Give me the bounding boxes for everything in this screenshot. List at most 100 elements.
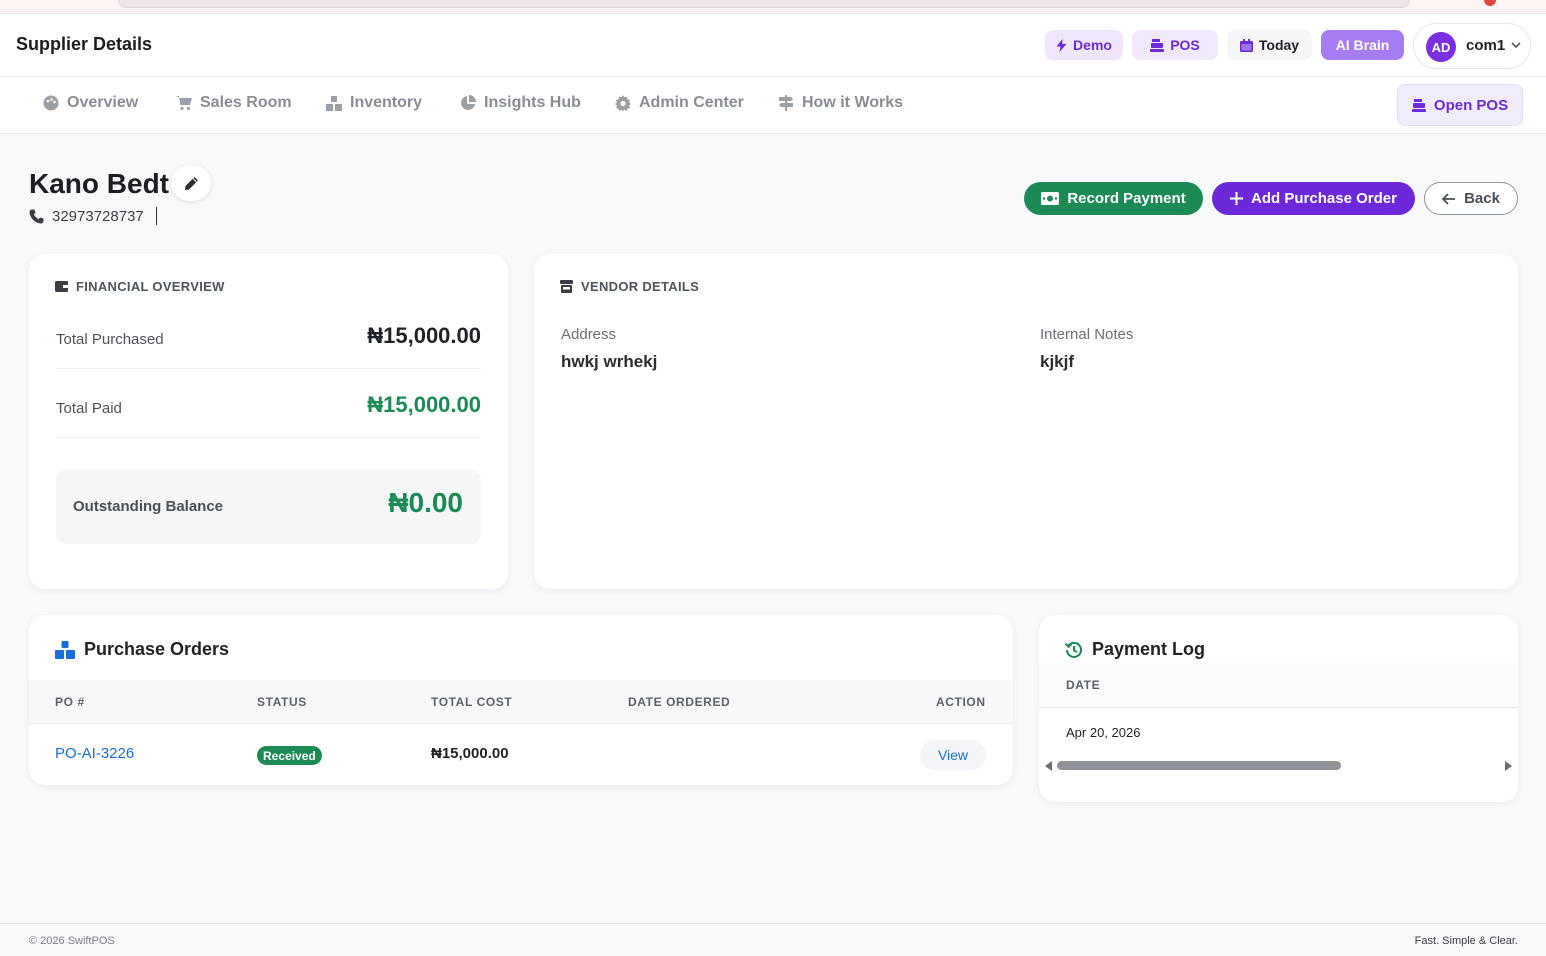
nav-label-how-it-works: How it Works xyxy=(802,94,904,111)
browser-strip xyxy=(0,0,1546,14)
status-badge: Received xyxy=(257,746,322,765)
add-purchase-order-button[interactable]: Add Purchase Order xyxy=(1212,182,1415,215)
ai-brain-button[interactable]: AI Brain xyxy=(1321,30,1404,60)
back-button[interactable]: Back xyxy=(1424,182,1518,215)
cash-register-icon xyxy=(1411,98,1426,112)
user-menu[interactable]: AD com1 xyxy=(1413,23,1531,69)
supplier-name: Kano Bedt xyxy=(29,168,169,199)
payment-log-title: Payment Log xyxy=(1065,639,1205,660)
lightning-icon xyxy=(1056,38,1067,52)
top-bar: Supplier Details Demo POS Today AI Brain… xyxy=(0,14,1546,77)
user-name: com1 xyxy=(1466,37,1506,54)
open-pos-button[interactable]: Open POS xyxy=(1397,84,1523,126)
total-purchased-label: Total Purchased xyxy=(56,331,164,348)
money-bill-icon xyxy=(1041,192,1060,205)
phone-icon xyxy=(29,209,44,223)
view-po-button[interactable]: View xyxy=(920,740,986,770)
nav-item-sales-room[interactable]: Sales Room xyxy=(176,94,292,112)
outstanding-balance-label: Outstanding Balance xyxy=(73,498,224,515)
vendor-details-title-text: VENDOR DETAILS xyxy=(581,279,700,294)
outstanding-balance-value: ₦0.00 xyxy=(388,487,463,518)
demo-chip-label: Demo xyxy=(1073,37,1112,53)
gear-icon xyxy=(615,95,631,111)
open-pos-label: Open POS xyxy=(1433,96,1509,114)
vendor-notes-value: kjkjf xyxy=(1040,352,1075,371)
table-row: PO-AI-3226 Received ₦15,000.00 View xyxy=(29,724,1013,785)
palette-icon xyxy=(43,95,59,111)
vendor-details-card: VENDOR DETAILS Address hwkj wrhekj Inter… xyxy=(534,254,1518,589)
today-chip[interactable]: Today xyxy=(1227,30,1312,60)
total-paid-label: Total Paid xyxy=(56,400,122,417)
financial-overview-title: FINANCIAL OVERVIEW xyxy=(55,279,225,294)
ai-brain-label: AI Brain xyxy=(1335,37,1390,53)
pos-chip-label: POS xyxy=(1170,37,1200,53)
avatar: AD xyxy=(1426,32,1456,62)
scroll-right-icon[interactable] xyxy=(1505,761,1512,771)
main-nav: Overview Sales Room Inventory Insights H… xyxy=(0,77,1546,134)
page-title: Supplier Details xyxy=(16,34,153,54)
payment-date: Apr 20, 2026 xyxy=(1066,725,1141,740)
nav-item-how-it-works[interactable]: How it Works xyxy=(778,94,903,112)
nav-label-insights-hub: Insights Hub xyxy=(484,94,581,111)
nav-label-inventory: Inventory xyxy=(350,94,423,111)
column-header[interactable]: STATUS xyxy=(257,695,307,709)
total-paid-row: Total Paid ₦15,000.00 xyxy=(56,378,481,438)
vendor-details-title: VENDOR DETAILS xyxy=(560,279,699,294)
financial-overview-card: FINANCIAL OVERVIEW Total Purchased ₦15,0… xyxy=(29,254,508,589)
outstanding-balance-box: Outstanding Balance ₦0.00 xyxy=(56,470,481,544)
nav-label-sales-room: Sales Room xyxy=(200,94,292,111)
purchase-orders-title-text: Purchase Orders xyxy=(84,639,230,659)
column-header[interactable]: PO # xyxy=(55,695,85,709)
scrollbar-thumb[interactable] xyxy=(1057,761,1341,770)
supplier-phone: 32973728737 xyxy=(52,207,144,225)
browser-url-bar[interactable] xyxy=(118,0,1410,8)
record-payment-label: Record Payment xyxy=(1067,190,1186,207)
total-paid-value: ₦15,000.00 xyxy=(367,392,481,417)
today-chip-label: Today xyxy=(1258,37,1300,53)
nav-item-insights-hub[interactable]: Insights Hub xyxy=(460,94,581,112)
nav-item-admin-center[interactable]: Admin Center xyxy=(615,94,744,112)
browser-record-dot xyxy=(1484,0,1496,6)
wallet-icon xyxy=(55,281,68,292)
horizontal-scrollbar[interactable] xyxy=(1045,759,1512,773)
boxes-icon xyxy=(55,640,75,659)
column-header[interactable]: DATE ORDERED xyxy=(628,695,730,709)
cart-icon xyxy=(176,96,192,111)
payment-log-card: Payment Log DATE Apr 20, 2026 xyxy=(1039,615,1518,802)
vendor-notes-label: Internal Notes xyxy=(1040,326,1134,343)
edit-supplier-button[interactable] xyxy=(171,165,211,201)
chevron-down-icon xyxy=(1511,42,1521,49)
boxes-icon xyxy=(326,96,342,111)
column-header[interactable]: DATE xyxy=(1066,678,1100,692)
po-number-link[interactable]: PO-AI-3226 xyxy=(55,745,134,762)
payment-log-header: DATE xyxy=(1039,663,1518,708)
vendor-notes: Internal Notes kjkjf xyxy=(1040,326,1133,372)
nav-item-overview[interactable]: Overview xyxy=(43,94,138,112)
column-header: ACTION xyxy=(936,695,986,709)
arrow-left-icon xyxy=(1442,192,1456,205)
pos-chip[interactable]: POS xyxy=(1132,30,1218,60)
store-icon xyxy=(560,280,573,293)
nav-label-overview: Overview xyxy=(67,94,139,111)
calendar-icon xyxy=(1239,38,1253,52)
purchase-orders-header: PO # STATUS TOTAL COST DATE ORDERED ACTI… xyxy=(29,680,1013,724)
demo-chip[interactable]: Demo xyxy=(1045,30,1123,60)
nav-item-inventory[interactable]: Inventory xyxy=(326,94,422,112)
column-header[interactable]: TOTAL COST xyxy=(431,695,512,709)
financial-overview-title-text: FINANCIAL OVERVIEW xyxy=(76,279,225,294)
nav-label-admin-center: Admin Center xyxy=(639,94,744,111)
payment-log-title-text: Payment Log xyxy=(1092,639,1206,659)
vendor-address: Address hwkj wrhekj xyxy=(561,326,657,372)
pie-chart-icon xyxy=(461,95,476,110)
purchase-orders-title: Purchase Orders xyxy=(55,639,229,660)
footer: © 2026 SwiftPOS Fast. Simple & Clear. xyxy=(0,923,1546,956)
vendor-address-label: Address xyxy=(561,326,617,343)
scroll-left-icon[interactable] xyxy=(1045,761,1052,771)
history-icon xyxy=(1065,641,1082,658)
purchase-orders-card: Purchase Orders PO # STATUS TOTAL COST D… xyxy=(29,615,1013,785)
record-payment-button[interactable]: Record Payment xyxy=(1024,182,1203,215)
supplier-phone-row: 32973728737 xyxy=(29,207,157,225)
signpost-icon xyxy=(779,95,793,111)
add-purchase-order-label: Add Purchase Order xyxy=(1251,190,1397,207)
total-purchased-value: ₦15,000.00 xyxy=(367,323,481,348)
